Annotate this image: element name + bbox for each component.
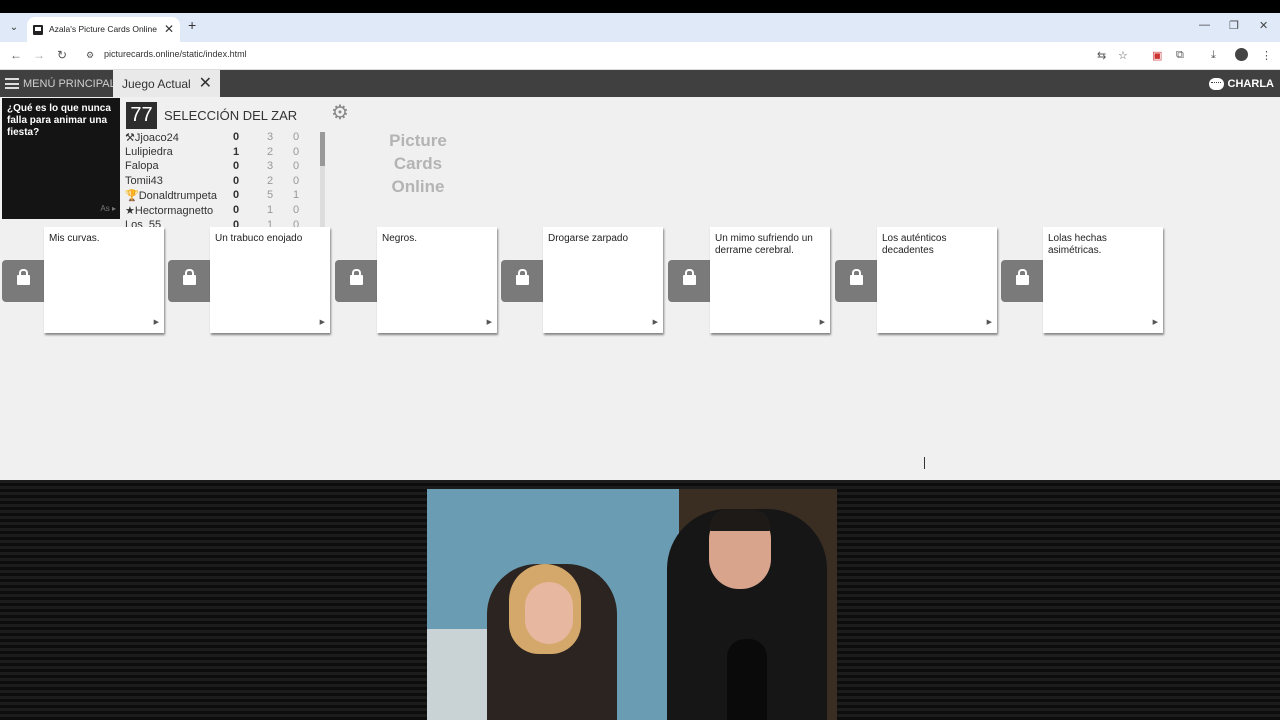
game-app: MENÚ PRINCIPAL Juego Actual ✕ CHARLA ¿Qu… xyxy=(0,70,1280,480)
lock-icon xyxy=(850,269,863,285)
browser-tab[interactable]: Azala's Picture Cards Online ✕ xyxy=(27,17,180,42)
lock-icon xyxy=(183,269,196,285)
close-game-icon[interactable]: ✕ xyxy=(199,70,212,98)
translate-icon[interactable]: ⇆ xyxy=(1097,49,1106,62)
close-window-button[interactable]: ✕ xyxy=(1259,19,1268,32)
favicon-icon xyxy=(33,25,43,35)
white-card[interactable]: Los auténticos decadentes ▶ xyxy=(877,227,997,333)
main-menu-label: MENÚ PRINCIPAL xyxy=(23,78,116,90)
webcam-feed xyxy=(427,489,837,720)
card-arrow-icon: ▶ xyxy=(319,319,325,326)
lock-icon xyxy=(350,269,363,285)
black-card-footer: As ▸ xyxy=(100,204,116,213)
main-menu-button[interactable]: MENÚ PRINCIPAL xyxy=(0,70,116,97)
game-phase: SELECCIÓN DEL ZAR xyxy=(164,108,298,123)
card-arrow-icon: ▶ xyxy=(153,319,159,326)
card-arrow-icon: ▶ xyxy=(486,319,492,326)
card-lock-button[interactable] xyxy=(335,260,378,302)
site-info-icon[interactable]: ⚙ xyxy=(86,50,94,61)
chat-button[interactable]: CHARLA xyxy=(1208,70,1274,98)
lock-icon xyxy=(683,269,696,285)
brand-logo: Picture Cards Online xyxy=(389,131,447,196)
hammer-icon: ⚒ xyxy=(125,132,135,144)
current-game-label: Juego Actual xyxy=(122,77,191,91)
trophy-icon: 🏆 xyxy=(125,190,139,203)
star-icon: ★ xyxy=(125,204,135,217)
player-row: Falopa 0 3 0 xyxy=(125,160,300,173)
white-card[interactable]: Negros. ▶ xyxy=(377,227,497,333)
back-icon[interactable]: ← xyxy=(10,48,22,62)
hamburger-icon xyxy=(5,78,19,89)
address-bar: ← → ↻ ⚙ picturecards.online/static/index… xyxy=(0,42,1280,70)
forward-icon[interactable]: → xyxy=(33,48,45,62)
close-tab-icon[interactable]: ✕ xyxy=(164,17,174,42)
microphone xyxy=(727,639,767,720)
white-card[interactable]: Drogarse zarpado ▶ xyxy=(543,227,663,333)
player-list: ⚒Jjoaco24 0 3 0 Lulipiedra 1 2 0 Falopa 0 3 0 Tom… xyxy=(125,131,325,227)
extension-record-icon[interactable]: ▣ xyxy=(1152,49,1162,62)
card-lock-button[interactable] xyxy=(668,260,711,302)
card-lock-button[interactable] xyxy=(168,260,211,302)
download-icon[interactable]: ⤓ xyxy=(1211,49,1216,62)
extensions-icon[interactable]: ⧉ xyxy=(1176,49,1184,62)
settings-gear-icon[interactable]: ⚙ xyxy=(331,100,349,125)
profile-avatar[interactable] xyxy=(1235,48,1248,61)
lock-icon xyxy=(516,269,529,285)
browser-tab-strip: ⌄ Azala's Picture Cards Online ✕ + — ❐ ✕ xyxy=(0,13,1280,42)
round-counter: 77 xyxy=(126,102,157,129)
player-row: ★Hectormagnetto 0 1 0 xyxy=(125,203,300,217)
new-tab-button[interactable]: + xyxy=(188,17,196,33)
white-card[interactable]: Un trabuco enojado ▶ xyxy=(210,227,330,333)
tab-search-icon[interactable]: ⌄ xyxy=(6,20,22,36)
black-card-text: ¿Qué es lo que nunca falla para animar u… xyxy=(7,103,111,138)
scrollbar-thumb[interactable] xyxy=(320,132,325,166)
player-row: ⚒Jjoaco24 0 3 0 xyxy=(125,131,300,144)
bookmark-star-icon[interactable]: ☆ xyxy=(1118,49,1128,62)
screen-top-bar xyxy=(0,0,1280,13)
black-card: ¿Qué es lo que nunca falla para animar u… xyxy=(2,98,120,219)
lock-icon xyxy=(1016,269,1029,285)
url-text[interactable]: picturecards.online/static/index.html xyxy=(104,49,247,59)
player-list-scrollbar[interactable] xyxy=(320,132,325,228)
card-arrow-icon: ▶ xyxy=(1152,319,1158,326)
card-lock-button[interactable] xyxy=(835,260,878,302)
card-arrow-icon: ▶ xyxy=(986,319,992,326)
webcam-person-left xyxy=(487,564,617,720)
white-card[interactable]: Un mimo sufriendo un derrame cerebral. ▶ xyxy=(710,227,830,333)
tab-current-game[interactable]: Juego Actual ✕ xyxy=(113,70,220,97)
white-card[interactable]: Lolas hechas asimétricas. ▶ xyxy=(1043,227,1163,333)
card-arrow-icon: ▶ xyxy=(652,319,658,326)
player-row: 🏆Donaldtrumpeta 0 5 1 xyxy=(125,189,300,203)
browser-menu-icon[interactable]: ⋮ xyxy=(1261,49,1272,62)
card-lock-button[interactable] xyxy=(1001,260,1044,302)
card-lock-button[interactable] xyxy=(501,260,544,302)
minimize-button[interactable]: — xyxy=(1199,19,1210,31)
lock-icon xyxy=(17,269,30,285)
chat-bubble-icon xyxy=(1208,78,1224,91)
player-row: Tomii43 0 2 0 xyxy=(125,174,300,187)
reload-icon[interactable]: ↻ xyxy=(57,48,67,62)
player-row: Los_55 0 1 0 xyxy=(125,218,300,227)
tab-title: Azala's Picture Cards Online xyxy=(49,24,157,34)
app-menu-bar: MENÚ PRINCIPAL Juego Actual ✕ CHARLA xyxy=(0,70,1280,97)
player-row: Lulipiedra 1 2 0 xyxy=(125,145,300,158)
card-lock-button[interactable] xyxy=(2,260,45,302)
mouse-cursor-icon xyxy=(924,457,932,469)
white-card[interactable]: Mis curvas. ▶ xyxy=(44,227,164,333)
chat-label: CHARLA xyxy=(1227,78,1274,90)
restore-button[interactable]: ❐ xyxy=(1229,19,1239,32)
card-arrow-icon: ▶ xyxy=(819,319,825,326)
